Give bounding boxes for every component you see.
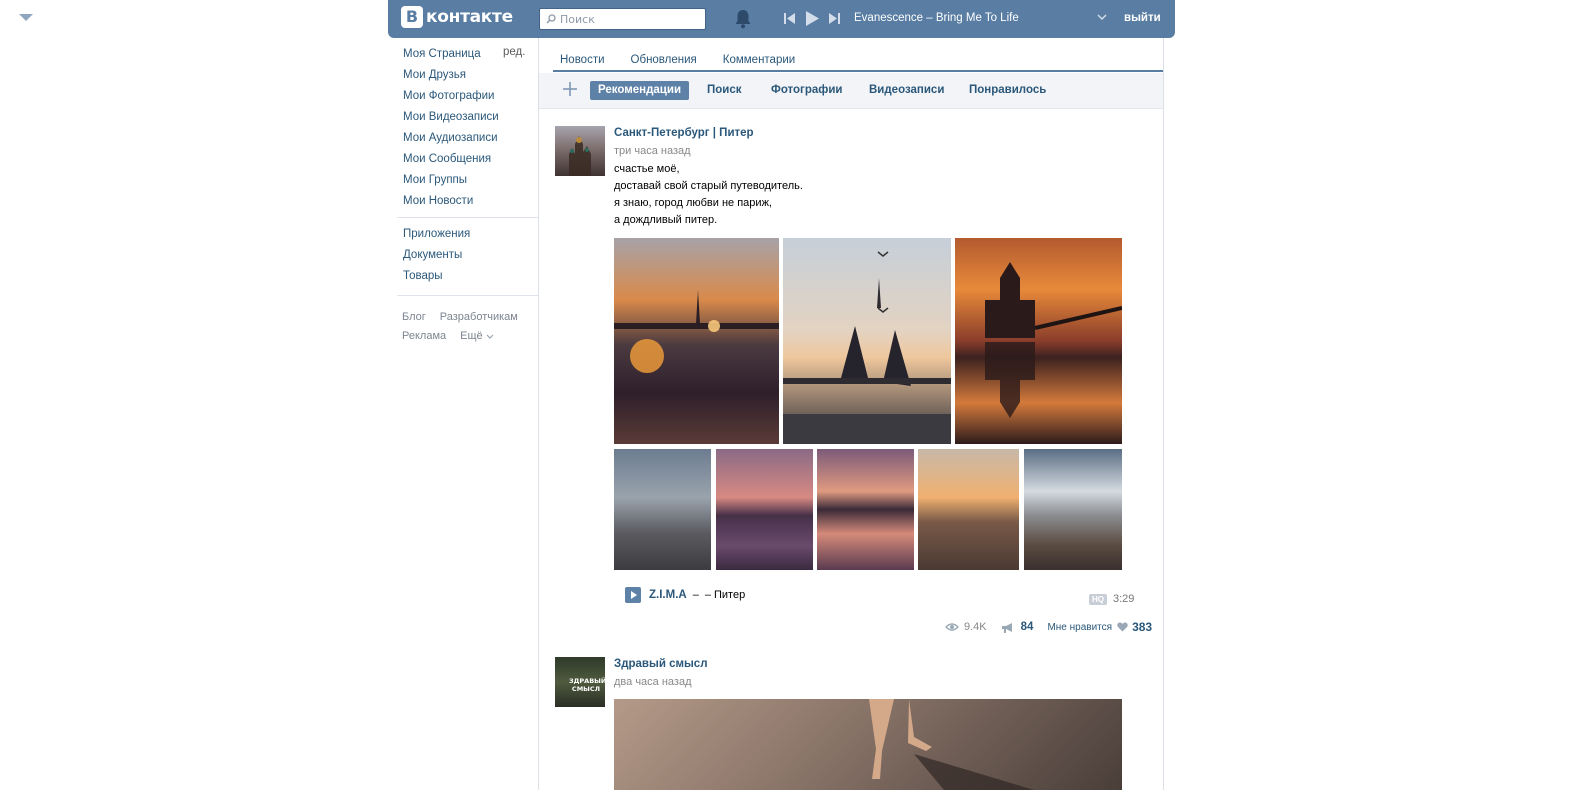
post-photo[interactable] <box>1024 449 1122 570</box>
audio-hq-badge: HQ <box>1089 594 1107 605</box>
sidebar-item-apps[interactable]: Приложения <box>403 226 533 247</box>
logo-badge: В <box>401 6 423 28</box>
photo-drawbridge-icon <box>783 251 951 444</box>
post-photo[interactable] <box>955 238 1122 444</box>
post-author-avatar[interactable]: ЗДРАВЫЙ СМЫСЛ <box>555 657 607 707</box>
logo-text: контакте <box>426 7 513 27</box>
subtab-recommendations[interactable]: Рекомендации <box>590 81 690 100</box>
logout-link[interactable]: выйти <box>1124 12 1161 24</box>
now-playing-track[interactable]: Evanescence – Bring Me To Life <box>854 12 1019 24</box>
vk-logo[interactable]: В контакте <box>401 6 513 28</box>
notifications-bell-icon[interactable] <box>734 9 752 29</box>
post-photo[interactable] <box>614 449 711 570</box>
next-track-icon[interactable] <box>829 13 840 24</box>
search-input[interactable] <box>560 12 700 26</box>
post-photo[interactable] <box>716 449 813 570</box>
previous-track-icon[interactable] <box>784 13 795 24</box>
reposts-count[interactable]: 84 <box>1021 621 1034 633</box>
post-text: счастье моё, доставай свой старый путево… <box>614 161 803 229</box>
post-timestamp[interactable]: три часа назад <box>614 145 691 157</box>
post-author-name[interactable]: Санкт-Петербург | Питер <box>614 127 754 139</box>
post-photo[interactable] <box>918 449 1019 570</box>
sidebar-item-messages[interactable]: Мои Сообщения <box>403 151 533 172</box>
top-header: В контакте Evanescence – Bring Me To Lif… <box>388 0 1175 38</box>
views-count: 9.4K <box>964 621 987 633</box>
menu-toggle-arrow-icon[interactable] <box>19 14 33 21</box>
sidebar-item-news[interactable]: Мои Новости <box>403 193 533 214</box>
post-text-line: доставай свой старый путеводитель. <box>614 180 803 192</box>
photo-cathedral-reflection-icon <box>985 262 1122 418</box>
like-label[interactable]: Мне нравится <box>1047 622 1112 633</box>
post-photo[interactable] <box>817 449 914 570</box>
sidebar-item-friends[interactable]: Мои Друзья <box>403 67 533 88</box>
audio-artist[interactable]: Z.I.M.A <box>649 589 687 601</box>
sidebar-item-goods[interactable]: Товары <box>403 268 533 289</box>
sidebar-item-documents[interactable]: Документы <box>403 247 533 268</box>
tab-comments[interactable]: Комментарии <box>716 38 802 70</box>
left-sidebar: ред. Моя Страница Мои Друзья Мои Фотогра… <box>397 46 539 347</box>
post-stats: 9.4K 84 Мне нравится 383 <box>945 620 1152 634</box>
subtab-videos[interactable]: Видеозаписи <box>861 81 952 100</box>
sidebar-item-groups[interactable]: Мои Группы <box>403 172 533 193</box>
subtab-photos[interactable]: Фотографии <box>763 81 850 100</box>
photo-sunset-river-icon <box>614 290 779 373</box>
footer-blog-link[interactable]: Блог <box>402 309 426 328</box>
church-silhouette-icon <box>569 136 591 176</box>
post-text-line: а дождливый питер. <box>614 214 718 226</box>
sidebar-item-photos[interactable]: Мои Фотографии <box>403 88 533 109</box>
play-icon[interactable] <box>806 11 819 26</box>
add-list-plus-icon[interactable] <box>563 82 577 96</box>
sidebar-item-audio[interactable]: Мои Аудиозаписи <box>403 130 533 151</box>
footer-developers-link[interactable]: Разработчикам <box>440 309 518 328</box>
feed-tabs: Новости Обновления Комментарии <box>553 38 1163 72</box>
search-icon <box>546 14 556 24</box>
sidebar-divider <box>397 295 539 296</box>
avatar-logo-text: ЗДРАВЫЙ СМЫСЛ <box>569 677 607 693</box>
likes-count[interactable]: 383 <box>1132 620 1152 634</box>
post-photo[interactable] <box>614 699 1122 790</box>
post-photo[interactable] <box>614 238 779 444</box>
post-author-avatar[interactable] <box>555 126 605 176</box>
audio-separator: – <box>692 589 699 601</box>
feed-filter-bar: Рекомендации Поиск Фотографии Видеозапис… <box>539 73 1163 109</box>
footer-more-link[interactable]: Ещё <box>460 328 494 347</box>
heart-icon[interactable] <box>1117 622 1128 632</box>
subtab-liked[interactable]: Понравилось <box>961 81 1054 100</box>
audio-duration: 3:29 <box>1113 593 1135 605</box>
footer-more-label: Ещё <box>460 330 483 342</box>
tab-updates[interactable]: Обновления <box>624 38 704 70</box>
post-author-name[interactable]: Здравый смысл <box>614 658 708 670</box>
audio-play-icon[interactable] <box>625 587 641 603</box>
views-eye-icon <box>945 623 959 631</box>
tab-news[interactable]: Новости <box>553 38 612 70</box>
search-box[interactable] <box>539 8 706 30</box>
sidebar-item-videos[interactable]: Мои Видеозаписи <box>403 109 533 130</box>
post-text-line: счастье моё, <box>614 163 680 175</box>
news-feed: Новости Обновления Комментарии Рекоменда… <box>538 38 1164 790</box>
chevron-down-icon <box>486 334 494 339</box>
footer-ads-link[interactable]: Реклама <box>402 328 446 347</box>
post-timestamp[interactable]: два часа назад <box>614 676 691 688</box>
post-text-line: я знаю, город любви не париж, <box>614 197 772 209</box>
sidebar-divider <box>397 217 539 218</box>
audio-attachment: Z.I.M.A – – Питер <box>625 587 745 603</box>
edit-menu-link[interactable]: ред. <box>503 46 525 58</box>
share-megaphone-icon[interactable] <box>1001 622 1014 633</box>
subtab-search[interactable]: Поиск <box>699 81 750 100</box>
chevron-down-icon[interactable] <box>1097 14 1107 21</box>
post-photo[interactable] <box>783 238 951 444</box>
audio-title: – Питер <box>704 589 746 601</box>
photo-beach-walker-icon <box>869 699 1034 790</box>
